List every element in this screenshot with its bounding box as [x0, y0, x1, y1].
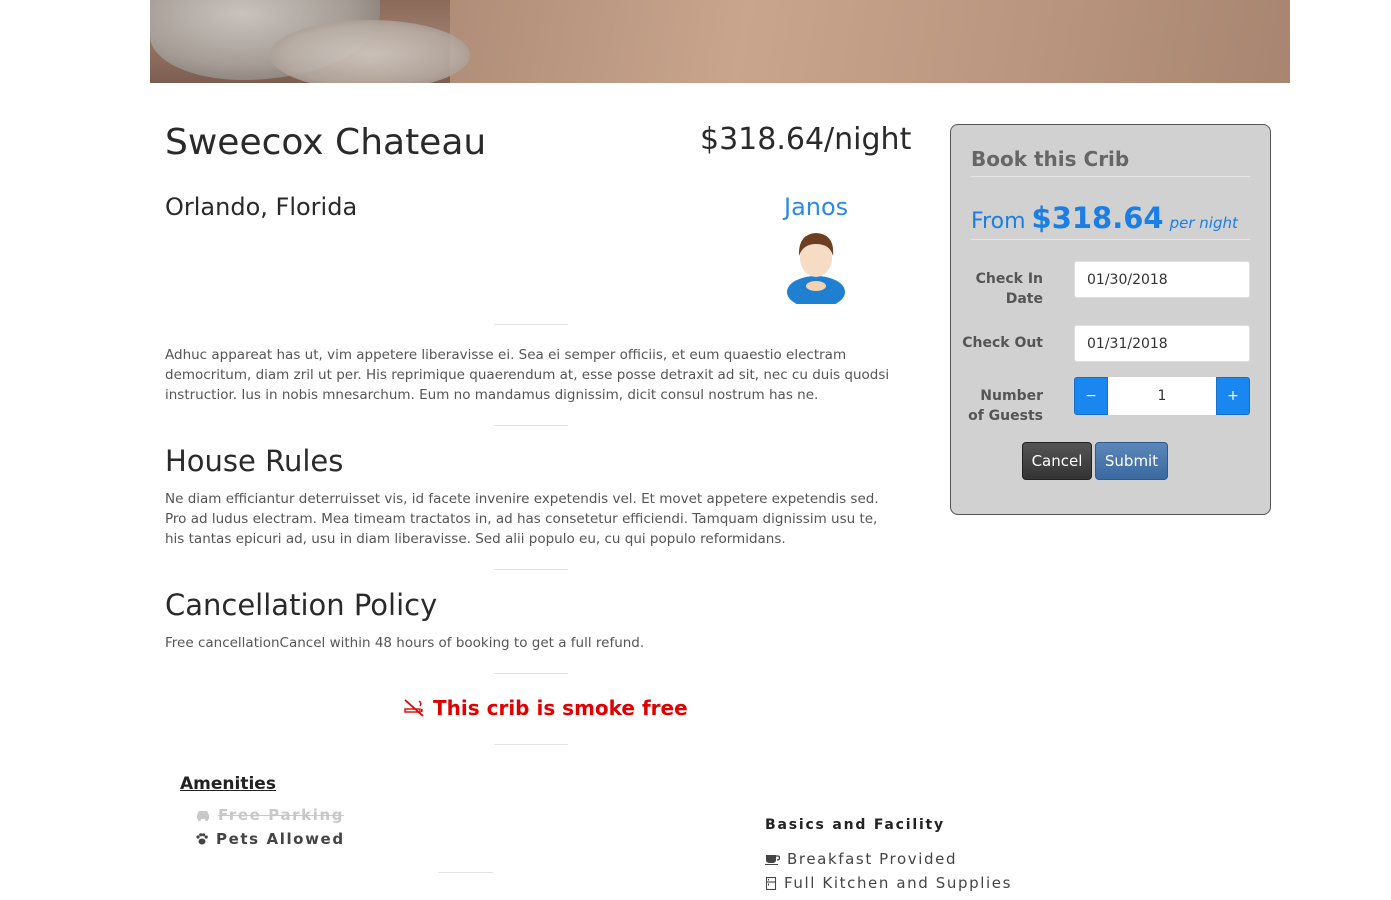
cancellation-text: Free cancellationCancel within 48 hours … — [165, 635, 645, 651]
pillow-shape-2 — [270, 20, 470, 83]
listing-location: Orlando, Florida — [165, 193, 358, 221]
submit-button[interactable]: Submit — [1095, 442, 1168, 480]
coffee-icon — [765, 855, 780, 865]
from-label: From — [971, 209, 1026, 234]
guests-stepper: − 1 + — [1074, 377, 1250, 415]
amenity-pets-allowed: Pets Allowed — [195, 830, 345, 848]
divider — [971, 239, 1250, 240]
booking-card-title: Book this Crib — [971, 147, 1130, 171]
listing-description: Adhuc appareat has ut, vim appetere libe… — [165, 347, 890, 403]
listing-title: Sweecox Chateau — [165, 122, 487, 163]
smoke-free-notice: This crib is smoke free — [403, 696, 688, 720]
amenities-heading: Amenities — [180, 774, 276, 794]
guests-count-input[interactable]: 1 — [1108, 377, 1216, 415]
amenity-label: Breakfast Provided — [787, 850, 958, 868]
guests-label: Number of Guests — [968, 386, 1043, 426]
divider — [438, 872, 493, 873]
divider — [494, 425, 568, 426]
divider — [494, 744, 568, 745]
basics-facility-heading: Basics and Facility — [765, 817, 945, 833]
amenity-label: Full Kitchen and Supplies — [784, 874, 1012, 892]
divider — [494, 324, 568, 325]
amenity-label: Pets Allowed — [216, 830, 345, 848]
decrement-guests-button[interactable]: − — [1074, 377, 1108, 415]
amenity-label: Free Parking — [218, 806, 345, 824]
hero-image — [150, 0, 1290, 83]
kitchen-icon — [765, 876, 777, 890]
cancel-button[interactable]: Cancel — [1022, 442, 1092, 480]
guests-label-line2: of Guests — [968, 408, 1043, 424]
divider — [494, 569, 568, 570]
booking-card: Book this Crib From $318.64 per night Ch… — [950, 124, 1271, 515]
guests-label-line1: Number — [980, 388, 1043, 404]
check-in-label: Check In Date — [976, 269, 1043, 309]
host-name-link[interactable]: Janos — [784, 193, 848, 221]
bed-sheet-shape — [450, 0, 1290, 83]
price-amount: $318.64 — [1031, 201, 1164, 235]
check-in-label-line1: Check In — [975, 271, 1043, 287]
paw-icon — [196, 833, 208, 845]
check-out-date-input[interactable]: 01/31/2018 — [1074, 325, 1250, 362]
booking-price: From $318.64 per night — [971, 201, 1238, 235]
check-out-label: Check Out — [962, 335, 1043, 351]
check-in-label-line2: Date — [1005, 291, 1043, 307]
smoke-free-text: This crib is smoke free — [433, 696, 688, 720]
amenity-breakfast: Breakfast Provided — [765, 850, 957, 868]
house-rules-heading: House Rules — [165, 444, 344, 478]
nightly-price: $318.64/night — [700, 122, 912, 157]
no-smoking-icon — [404, 699, 424, 717]
divider — [971, 176, 1250, 177]
car-icon — [197, 811, 209, 821]
cancellation-heading: Cancellation Policy — [165, 588, 438, 622]
amenity-kitchen: Full Kitchen and Supplies — [765, 874, 1012, 892]
amenity-free-parking: Free Parking — [195, 806, 344, 824]
check-in-date-input[interactable]: 01/30/2018 — [1074, 261, 1250, 298]
divider — [494, 673, 568, 674]
host-avatar-icon[interactable] — [786, 228, 846, 304]
per-night-label: per night — [1169, 214, 1238, 232]
house-rules-text: Ne diam efficiantur deterruisset vis, id… — [165, 491, 879, 547]
increment-guests-button[interactable]: + — [1216, 377, 1250, 415]
